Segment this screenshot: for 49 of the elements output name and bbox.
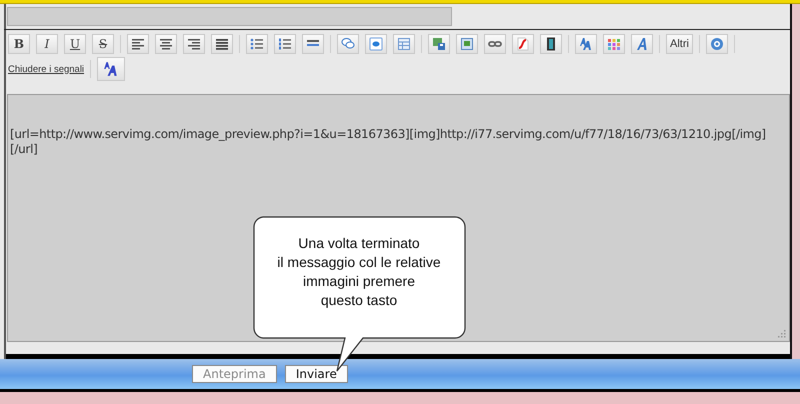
- table-button[interactable]: [393, 34, 415, 54]
- flash-icon: [516, 36, 530, 50]
- send-button[interactable]: Inviare: [284, 365, 348, 383]
- bold-button[interactable]: B: [8, 34, 30, 54]
- table-icon: [397, 36, 411, 50]
- color-grid-icon: [607, 36, 621, 50]
- help-button[interactable]: [706, 34, 728, 54]
- justify-icon: [215, 36, 229, 50]
- align-left-button[interactable]: [127, 34, 149, 54]
- numbered-list-icon: [278, 36, 292, 50]
- align-center-button[interactable]: [155, 34, 177, 54]
- justify-button[interactable]: [211, 34, 233, 54]
- code-button[interactable]: [365, 34, 387, 54]
- font-size-icon: [103, 61, 120, 77]
- underline-button[interactable]: U: [64, 34, 86, 54]
- more-button[interactable]: Altri: [666, 34, 693, 54]
- font-size-button[interactable]: [97, 57, 126, 81]
- subject-field[interactable]: [7, 7, 452, 26]
- help-icon: [710, 36, 724, 50]
- strike-button[interactable]: S: [92, 34, 114, 54]
- link-button[interactable]: [484, 34, 506, 54]
- numbered-list-button[interactable]: [274, 34, 296, 54]
- bullet-list-button[interactable]: [246, 34, 268, 54]
- align-center-icon: [159, 36, 173, 50]
- bullet-list-icon: [250, 36, 264, 50]
- resize-grip-icon: [778, 330, 786, 338]
- italic-button[interactable]: I: [36, 34, 58, 54]
- speech-button[interactable]: [337, 34, 359, 54]
- flash-button[interactable]: [512, 34, 534, 54]
- align-right-icon: [187, 36, 201, 50]
- image-save-icon: [432, 36, 446, 50]
- font-icon: [635, 36, 649, 50]
- font-button[interactable]: [631, 34, 653, 54]
- align-left-icon: [131, 36, 145, 50]
- font-size-button[interactable]: [575, 34, 597, 54]
- callout-text: Una volta terminato il messaggio col le relative immagini premere questo tasto: [276, 234, 442, 310]
- font-size-icon: [579, 36, 593, 50]
- film-icon: [544, 36, 558, 50]
- image-save-button[interactable]: [428, 34, 450, 54]
- code-icon: [369, 36, 383, 50]
- align-right-button[interactable]: [183, 34, 205, 54]
- close-tags-link[interactable]: Chiudere i segnali: [8, 64, 84, 74]
- image-icon: [460, 36, 474, 50]
- message-text: [url=http://www.servimg.com/image_preview.php?i=1&u=18167363][img]http://i77.servimg.com/u/f77/18/16/73/63/1210.jpg[/img][/url]: [10, 127, 766, 157]
- speech-icon: [341, 36, 355, 50]
- rule-button[interactable]: [302, 34, 324, 54]
- color-grid-button[interactable]: [603, 34, 625, 54]
- film-button[interactable]: [540, 34, 562, 54]
- image-button[interactable]: [456, 34, 478, 54]
